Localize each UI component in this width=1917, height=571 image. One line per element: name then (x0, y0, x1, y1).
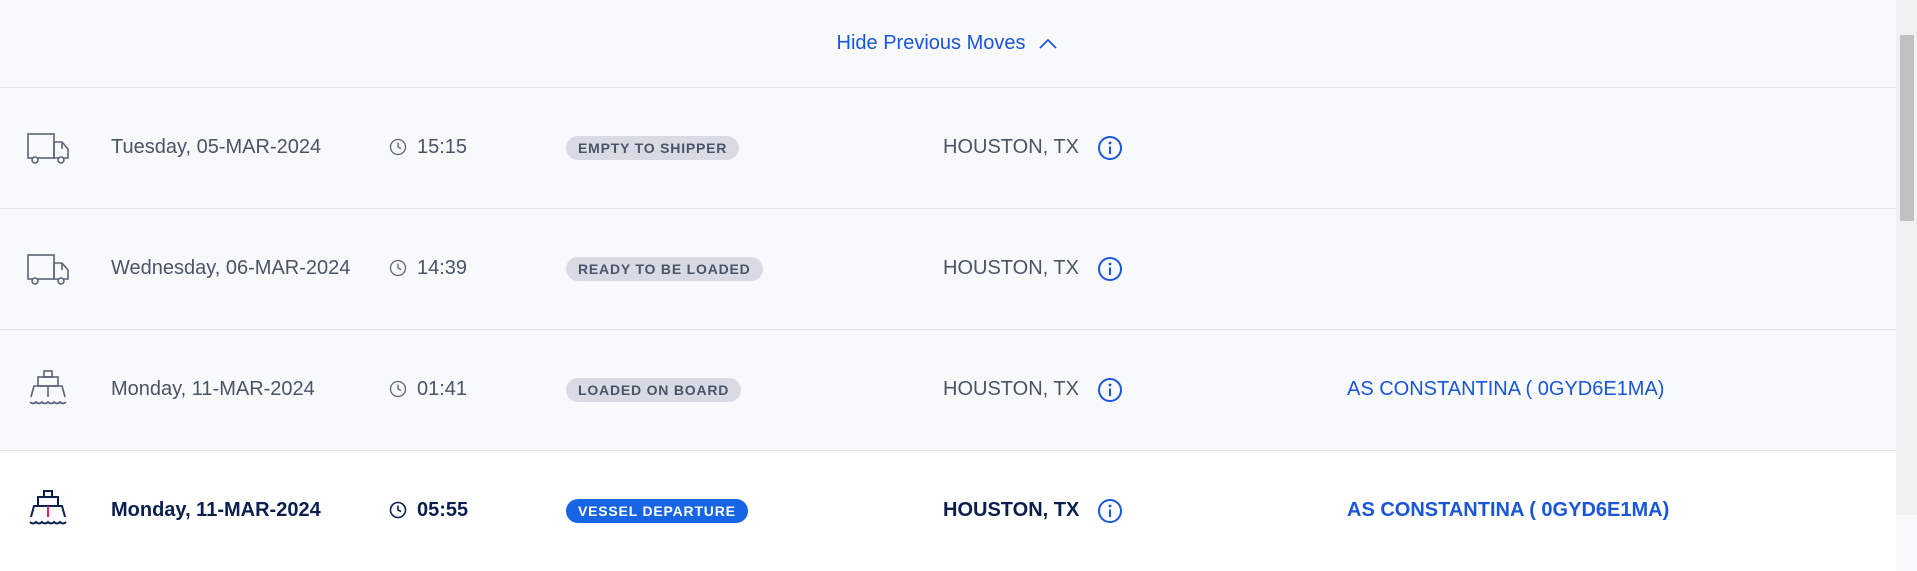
vessel-link[interactable]: AS CONSTANTINA ( 0GYD6E1MA) (1347, 499, 1669, 522)
event-location: HOUSTON, TX (943, 257, 1079, 279)
previous-moves-toggle-bar: Hide Previous Moves (0, 0, 1896, 88)
truck-icon (26, 249, 70, 289)
clock-icon (389, 259, 407, 277)
event-row-current: Monday, 11-MAR-2024 05:55 VESSEL DEPARTU… (0, 451, 1896, 571)
status-badge: LOADED ON BOARD (566, 378, 742, 402)
ship-icon (26, 370, 70, 410)
status-badge: READY TO BE LOADED (566, 257, 763, 281)
clock-icon (389, 138, 407, 156)
event-row: Tuesday, 05-MAR-2024 15:15 EMPTY TO SHIP… (0, 88, 1896, 209)
clock-icon (389, 501, 407, 519)
event-time: 01:41 (417, 378, 468, 400)
chevron-up-icon (1039, 38, 1058, 49)
event-date: Monday, 11-MAR-2024 (111, 499, 321, 521)
scrollbar[interactable] (1896, 0, 1917, 515)
status-badge: EMPTY TO SHIPPER (566, 136, 740, 160)
event-time: 14:39 (417, 257, 468, 279)
truck-icon (26, 128, 70, 168)
info-icon[interactable] (1097, 135, 1123, 161)
event-row: Wednesday, 06-MAR-2024 14:39 READY TO BE… (0, 209, 1896, 330)
clock-icon (389, 380, 407, 398)
event-time: 15:15 (417, 136, 468, 158)
tracking-events-panel: Hide Previous Moves Tuesday, 05-MAR-2024… (0, 0, 1896, 571)
info-icon[interactable] (1097, 256, 1123, 282)
event-date: Monday, 11-MAR-2024 (111, 378, 315, 400)
event-date: Tuesday, 05-MAR-2024 (111, 136, 322, 158)
event-time: 05:55 (417, 499, 469, 521)
event-row: Monday, 11-MAR-2024 01:41 LOADED ON BOAR… (0, 330, 1896, 451)
ship-icon (26, 490, 70, 530)
event-location: HOUSTON, TX (943, 378, 1079, 400)
event-date: Wednesday, 06-MAR-2024 (111, 257, 351, 279)
vessel-link[interactable]: AS CONSTANTINA ( 0GYD6E1MA) (1347, 378, 1664, 401)
hide-previous-moves-label: Hide Previous Moves (836, 32, 1026, 54)
event-location: HOUSTON, TX (943, 499, 1080, 521)
status-badge: VESSEL DEPARTURE (566, 499, 748, 523)
info-icon[interactable] (1097, 498, 1123, 524)
info-icon[interactable] (1097, 377, 1123, 403)
scrollbar-thumb[interactable] (1900, 35, 1914, 221)
event-location: HOUSTON, TX (943, 136, 1079, 158)
hide-previous-moves-button[interactable]: Hide Previous Moves (837, 32, 1060, 55)
